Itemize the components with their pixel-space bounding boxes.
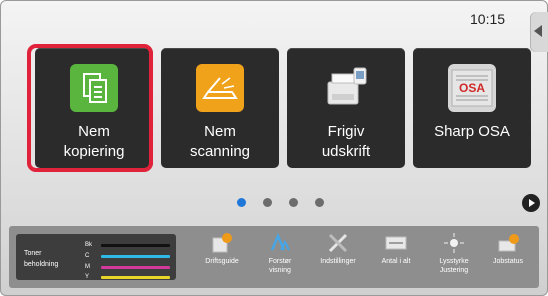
tool-label: Indstillinger — [320, 258, 356, 265]
tool-driftsguide[interactable]: Driftsguide — [193, 232, 251, 266]
toner-code: M — [85, 264, 90, 270]
side-collapse-arrow-icon — [534, 25, 542, 37]
tool-indstillinger[interactable]: Indstillinger — [309, 232, 367, 266]
printer-icon — [322, 64, 370, 112]
toner-code: C — [85, 253, 90, 259]
tool-lysstyrke-justering[interactable]: Lysstyrke Justering — [425, 232, 483, 275]
scan-icon — [196, 64, 244, 112]
selection-highlight — [27, 44, 153, 172]
next-page-button[interactable] — [522, 194, 540, 212]
tool-label: Lysstyrke Justering — [439, 258, 469, 274]
page-dot[interactable] — [289, 198, 298, 207]
tool-forstor-visning[interactable]: Forstør visning — [251, 232, 309, 275]
toner-code: Bk — [85, 242, 93, 248]
toner-level-bar — [101, 266, 170, 269]
device-screen: 10:15 Nem kopiering Nem scanning Frigiv … — [0, 0, 548, 296]
page-dot[interactable] — [315, 198, 324, 207]
toner-title: Toner beholdning — [24, 250, 59, 268]
tool-antal-i-alt[interactable]: Antal i alt — [367, 232, 425, 266]
toner-code: Y — [85, 274, 90, 280]
tool-label: Jobstatus — [493, 258, 523, 265]
tile-sharp-osa[interactable]: OSA Sharp OSA — [413, 48, 531, 168]
settings-icon — [327, 232, 349, 254]
tile-nem-scanning[interactable]: Nem scanning — [161, 48, 279, 168]
page-dot[interactable] — [263, 198, 272, 207]
tool-label: Antal i alt — [381, 258, 411, 265]
side-panel-tab[interactable] — [530, 12, 548, 52]
operation-guide-icon — [211, 232, 233, 254]
magnify-view-icon — [269, 232, 291, 254]
toner-level-bar — [101, 244, 170, 247]
tile-label: Frigiv udskrift — [321, 123, 371, 160]
toner-level-bar — [101, 276, 170, 279]
sharp-osa-icon: OSA — [448, 64, 496, 112]
tile-frigiv-udskrift[interactable]: Frigiv udskrift — [287, 48, 405, 168]
toner-level-panel: Toner beholdning Bk C M Y — [16, 234, 176, 280]
tile-label: Sharp OSA — [434, 123, 510, 140]
counter-icon — [385, 232, 407, 254]
clock: 10:15 — [470, 11, 506, 27]
tool-label: Forstør visning — [268, 258, 292, 274]
next-arrow-icon — [529, 199, 535, 207]
toner-level-bar — [101, 255, 170, 258]
tool-jobstatus[interactable]: Jobstatus — [479, 232, 537, 266]
job-status-icon — [497, 232, 519, 254]
tile-label: Nem scanning — [189, 123, 251, 160]
svg-text:OSA: OSA — [459, 81, 485, 95]
tool-label: Driftsguide — [205, 258, 239, 265]
page-dot[interactable] — [237, 198, 246, 207]
brightness-icon — [443, 232, 465, 254]
